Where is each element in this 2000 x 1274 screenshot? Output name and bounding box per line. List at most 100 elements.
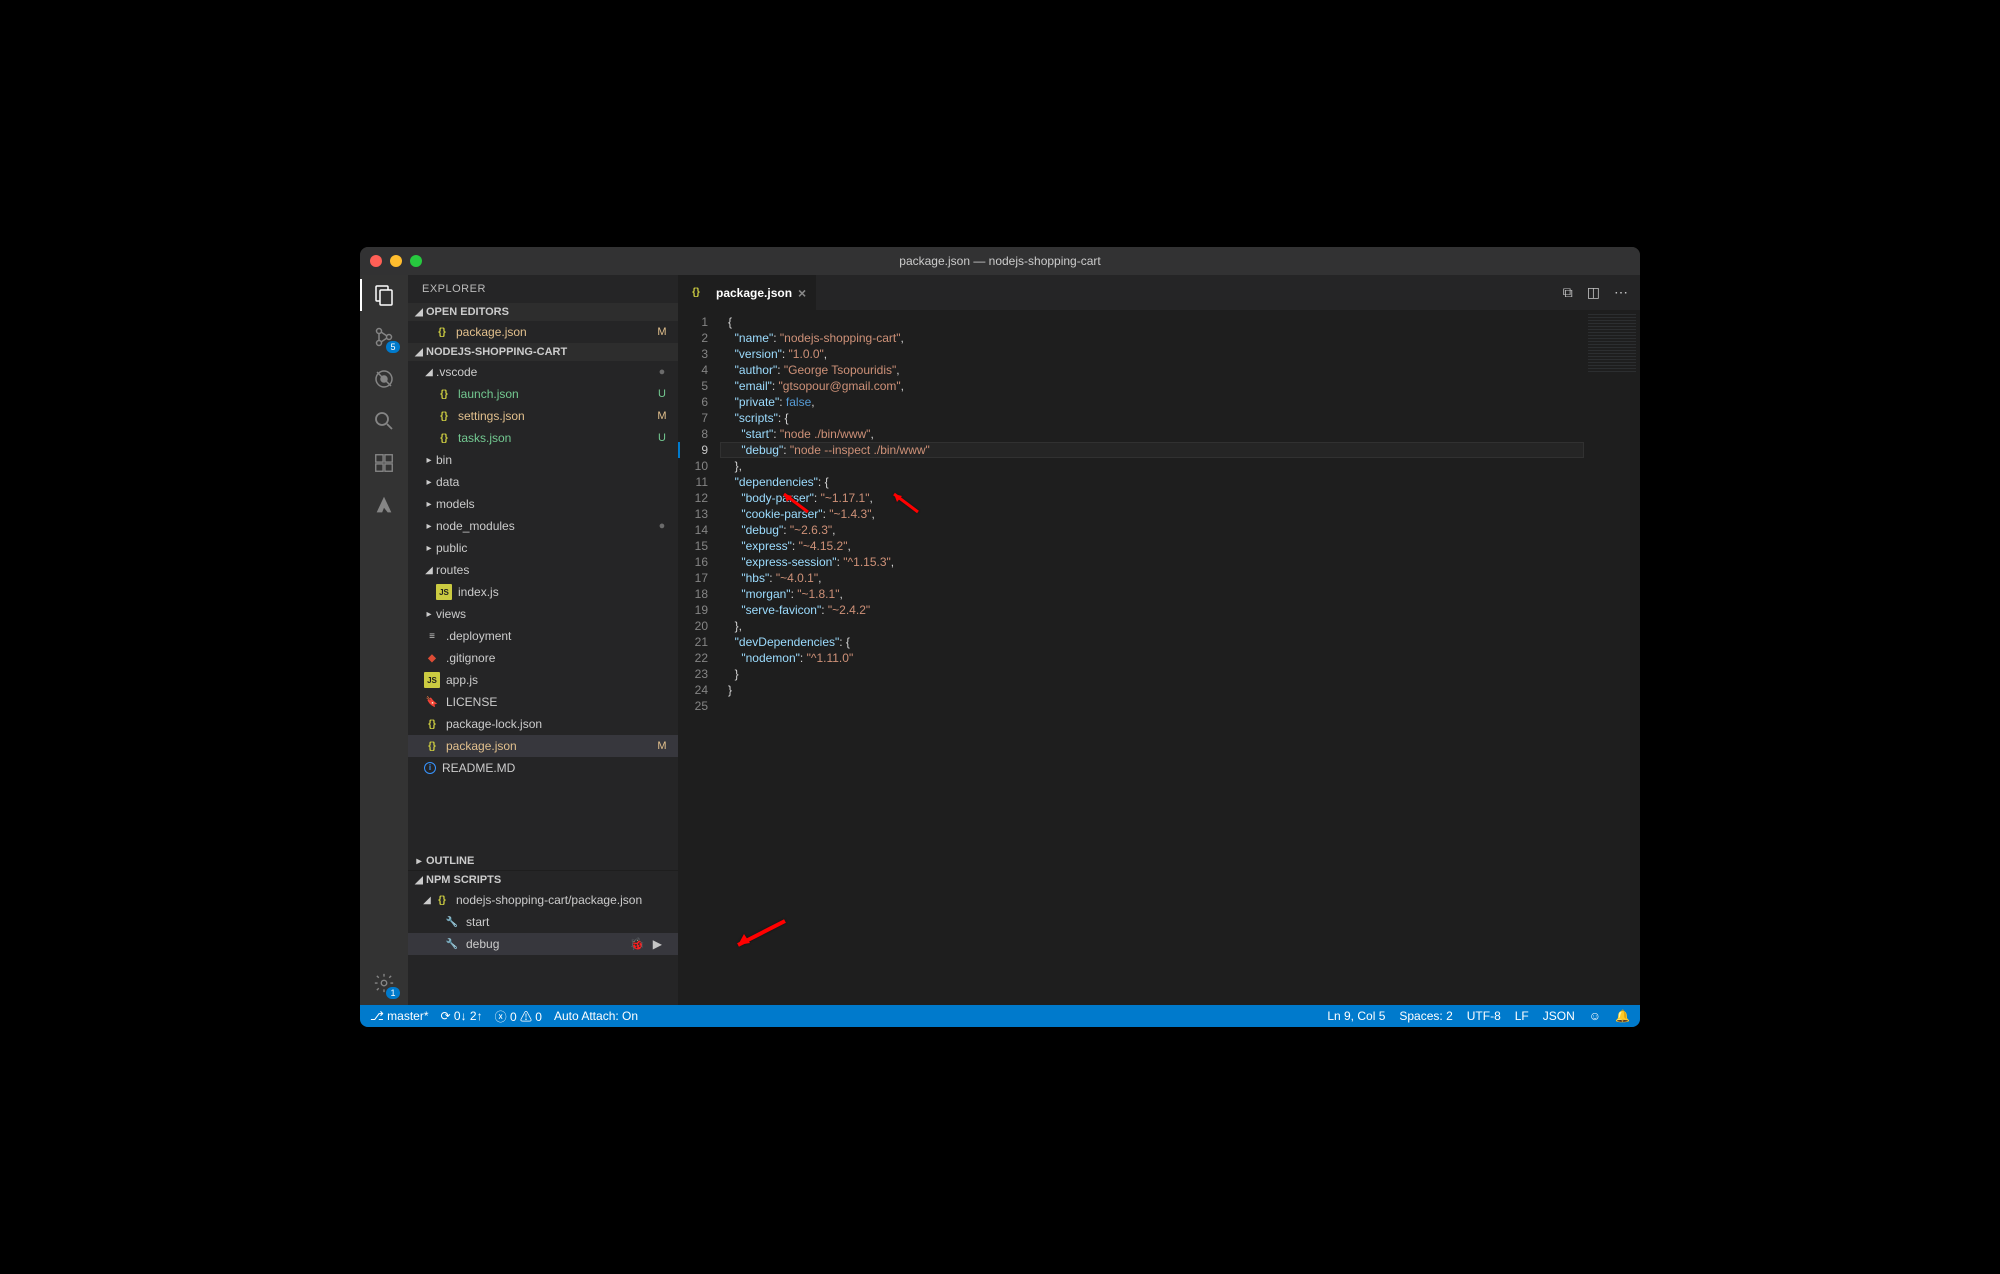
code-line[interactable]: "author": "George Tsopouridis", xyxy=(720,362,1584,378)
window-title: package.json — nodejs-shopping-cart xyxy=(899,254,1100,268)
tree-item[interactable]: JSindex.js xyxy=(408,581,678,603)
code-line[interactable]: "cookie-parser": "~1.4.3", xyxy=(720,506,1584,522)
code-line[interactable]: "start": "node ./bin/www", xyxy=(720,426,1584,442)
code-line[interactable]: }, xyxy=(720,618,1584,634)
code-line[interactable]: "version": "1.0.0", xyxy=(720,346,1584,362)
code-line[interactable]: { xyxy=(720,314,1584,330)
code-line[interactable]: "express": "~4.15.2", xyxy=(720,538,1584,554)
sidebar: EXPLORER ◢ OPEN EDITORS {}package.jsonM … xyxy=(408,275,678,1005)
npm-package-node[interactable]: ◢ {} nodejs-shopping-cart/package.json xyxy=(408,889,678,911)
split-editor-icon[interactable]: ◫ xyxy=(1587,284,1600,301)
code-line[interactable]: "hbs": "~4.0.1", xyxy=(720,570,1584,586)
settings-gear-icon[interactable]: 1 xyxy=(372,971,396,995)
azure-icon[interactable] xyxy=(372,493,396,517)
tree-item[interactable]: ≡.deployment xyxy=(408,625,678,647)
code-line[interactable]: } xyxy=(720,666,1584,682)
tab-package-json[interactable]: {} package.json × xyxy=(678,275,817,310)
npm-script-item[interactable]: 🔧debug🐞▶ xyxy=(408,933,678,955)
minimap[interactable] xyxy=(1584,310,1640,1005)
tree-item[interactable]: ◢routes xyxy=(408,559,678,581)
tree-item[interactable]: 🔖LICENSE xyxy=(408,691,678,713)
code-line[interactable]: }, xyxy=(720,458,1584,474)
settings-badge: 1 xyxy=(386,987,400,999)
workbench: 5 1 EXPLORER ◢ OPEN EDITORS xyxy=(360,275,1640,1005)
json-icon: {} xyxy=(424,716,440,732)
editor-group: {} package.json × ⧉ ◫ ⋯ 1234567891011121… xyxy=(678,275,1640,1005)
code-line[interactable]: "scripts": { xyxy=(720,410,1584,426)
code-line[interactable]: "debug": "~2.6.3", xyxy=(720,522,1584,538)
tree-item[interactable]: iREADME.MD xyxy=(408,757,678,779)
code-line[interactable]: "name": "nodejs-shopping-cart", xyxy=(720,330,1584,346)
compare-icon[interactable]: ⧉ xyxy=(1563,284,1573,301)
status-language[interactable]: JSON xyxy=(1543,1009,1575,1023)
project-header[interactable]: ◢ NODEJS-SHOPPING-CART xyxy=(408,343,678,361)
tree-item[interactable]: {}launch.jsonU xyxy=(408,383,678,405)
maximize-window-button[interactable] xyxy=(410,255,422,267)
chevron-right-icon: ▸ xyxy=(424,499,434,510)
npm-scripts-header[interactable]: ◢ NPM SCRIPTS xyxy=(408,871,678,889)
code-line[interactable] xyxy=(720,698,1584,714)
window-controls xyxy=(370,255,422,267)
code-line[interactable]: } xyxy=(720,682,1584,698)
code-line[interactable]: "email": "gtsopour@gmail.com", xyxy=(720,378,1584,394)
chevron-right-icon: ▸ xyxy=(414,856,424,867)
outline-header[interactable]: ▸ OUTLINE xyxy=(408,852,678,870)
status-problems[interactable]: ⓧ 0 ⚠ 0 xyxy=(495,1008,542,1025)
chevron-down-icon: ◢ xyxy=(424,367,434,378)
tree-item[interactable]: {}package.jsonM xyxy=(408,735,678,757)
tree-item[interactable]: ▸bin xyxy=(408,449,678,471)
minimize-window-button[interactable] xyxy=(390,255,402,267)
code-line[interactable]: "dependencies": { xyxy=(720,474,1584,490)
status-feedback-icon[interactable]: ☺ xyxy=(1589,1009,1601,1023)
code-line[interactable]: "morgan": "~1.8.1", xyxy=(720,586,1584,602)
tree-item[interactable]: {}package-lock.json xyxy=(408,713,678,735)
status-eol[interactable]: LF xyxy=(1515,1009,1529,1023)
tree-item[interactable]: ▸public xyxy=(408,537,678,559)
debug-script-icon[interactable]: 🐞 xyxy=(630,937,645,951)
chevron-down-icon: ◢ xyxy=(414,347,424,358)
code-line[interactable]: "body-parser": "~1.17.1", xyxy=(720,490,1584,506)
extensions-icon[interactable] xyxy=(372,451,396,475)
npm-script-item[interactable]: 🔧start xyxy=(408,911,678,933)
code-editor[interactable]: 1234567891011121314151617181920212223242… xyxy=(678,310,1640,1005)
tree-item[interactable]: ▸views xyxy=(408,603,678,625)
debug-icon[interactable] xyxy=(372,367,396,391)
tree-item[interactable]: ▸models xyxy=(408,493,678,515)
tree-item[interactable]: ▸node_modules● xyxy=(408,515,678,537)
code-line[interactable]: "serve-favicon": "~2.4.2" xyxy=(720,602,1584,618)
tab-label: package.json xyxy=(716,286,792,300)
status-auto-attach[interactable]: Auto Attach: On xyxy=(554,1009,638,1023)
json-icon: {} xyxy=(436,430,452,446)
tree-item[interactable]: ◢.vscode● xyxy=(408,361,678,383)
tree-item[interactable]: {}tasks.jsonU xyxy=(408,427,678,449)
code-line[interactable]: "express-session": "^1.15.3", xyxy=(720,554,1584,570)
code-content[interactable]: { "name": "nodejs-shopping-cart", "versi… xyxy=(720,310,1584,1005)
close-window-button[interactable] xyxy=(370,255,382,267)
run-script-icon[interactable]: ▶ xyxy=(653,937,662,951)
status-bell-icon[interactable]: 🔔 xyxy=(1615,1009,1630,1023)
activity-bar: 5 1 xyxy=(360,275,408,1005)
open-editors-header[interactable]: ◢ OPEN EDITORS xyxy=(408,303,678,321)
status-spaces[interactable]: Spaces: 2 xyxy=(1399,1009,1452,1023)
status-line-col[interactable]: Ln 9, Col 5 xyxy=(1327,1009,1385,1023)
code-line[interactable]: "debug": "node --inspect ./bin/www" xyxy=(720,442,1584,458)
sidebar-title: EXPLORER xyxy=(408,275,678,303)
code-line[interactable]: "private": false, xyxy=(720,394,1584,410)
tree-item[interactable]: ▸data xyxy=(408,471,678,493)
tree-item[interactable]: ◆.gitignore xyxy=(408,647,678,669)
more-actions-icon[interactable]: ⋯ xyxy=(1614,284,1628,301)
close-tab-icon[interactable]: × xyxy=(798,285,806,301)
tree-item[interactable]: JSapp.js xyxy=(408,669,678,691)
chevron-down-icon: ◢ xyxy=(424,565,434,576)
open-editor-item[interactable]: {}package.jsonM xyxy=(408,321,678,343)
code-line[interactable]: "devDependencies": { xyxy=(720,634,1584,650)
scm-icon[interactable]: 5 xyxy=(372,325,396,349)
js-icon: JS xyxy=(424,672,440,688)
code-line[interactable]: "nodemon": "^1.11.0" xyxy=(720,650,1584,666)
tree-item[interactable]: {}settings.jsonM xyxy=(408,405,678,427)
status-encoding[interactable]: UTF-8 xyxy=(1467,1009,1501,1023)
search-icon[interactable] xyxy=(372,409,396,433)
explorer-icon[interactable] xyxy=(372,283,396,307)
status-branch[interactable]: ⎇ master* xyxy=(370,1009,429,1023)
status-sync[interactable]: ⟳ 0↓ 2↑ xyxy=(441,1009,483,1023)
